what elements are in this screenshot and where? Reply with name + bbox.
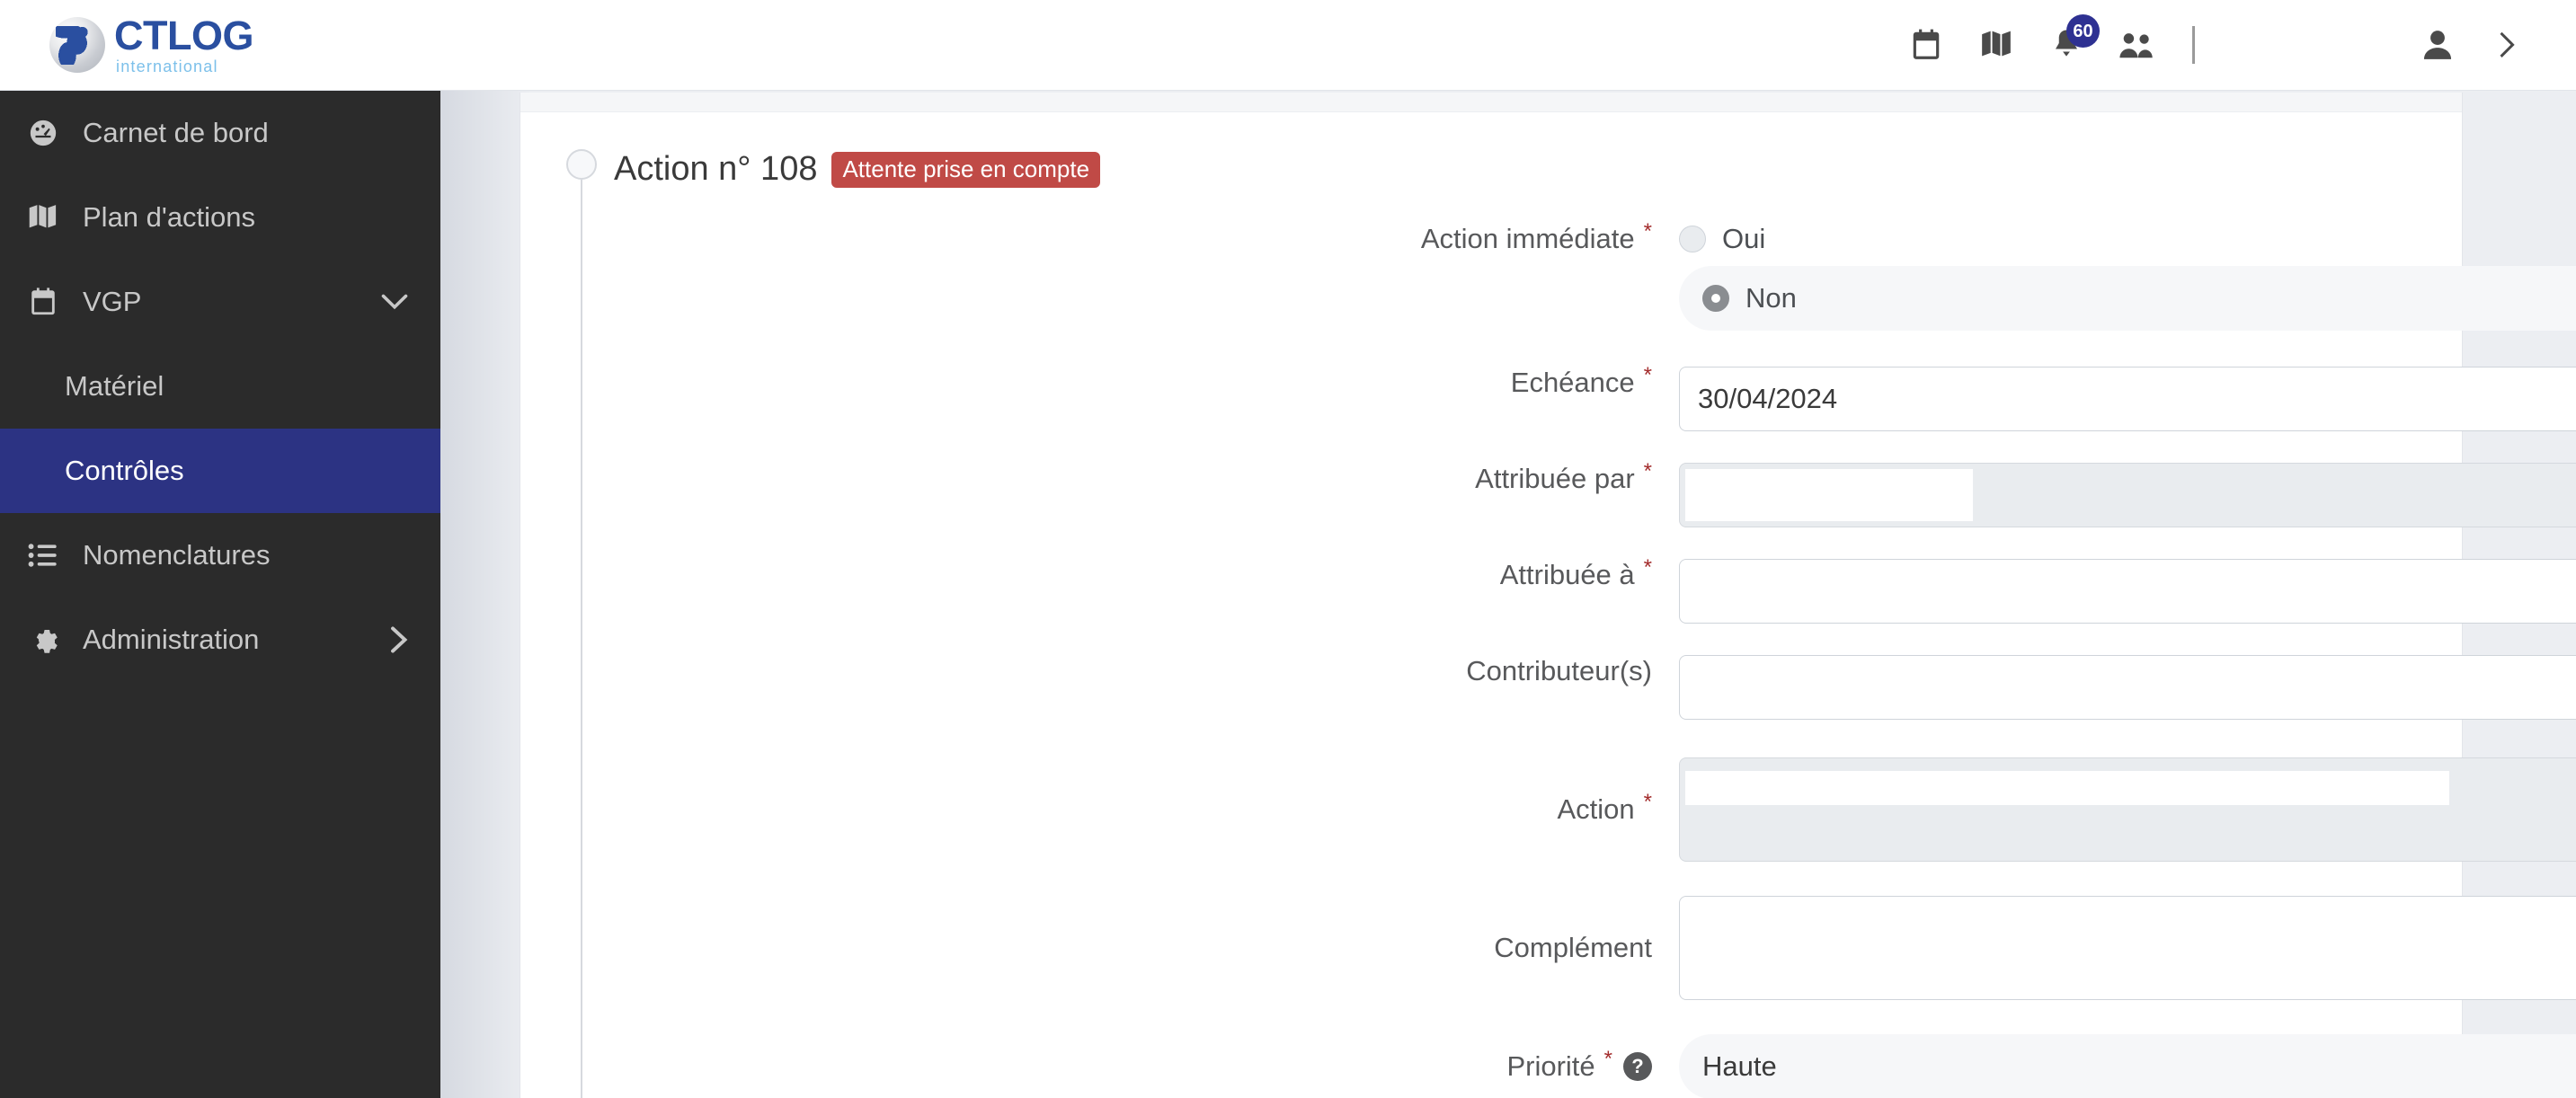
radio-label: Oui <box>1722 223 1766 254</box>
field-label: Complément <box>1494 932 1652 963</box>
header-divider <box>2192 26 2195 64</box>
gear-icon <box>20 624 67 655</box>
chevron-right-icon[interactable] <box>388 626 408 653</box>
field-label: Echéance * <box>1510 363 1652 398</box>
sidebar-item-label: Carnet de bord <box>83 117 269 148</box>
required-marker: * <box>1603 1047 1612 1071</box>
priorite-selected-value: Haute <box>1702 1050 1777 1082</box>
attribuee-par-input <box>1679 463 2576 527</box>
map-icon <box>20 203 67 232</box>
redacted-value <box>1685 771 2449 805</box>
required-marker: * <box>1643 459 1652 483</box>
chevron-right-icon[interactable] <box>2490 27 2526 63</box>
action-form: Action n° 108 Attente prise en compte Ac… <box>520 93 2576 1098</box>
brand-tagline: international <box>116 58 218 75</box>
attribuee-a-input[interactable] <box>1679 559 2576 624</box>
globe-icon <box>49 17 105 73</box>
field-label: Action immédiate * <box>1420 219 1652 254</box>
field-row-complement: Complément <box>520 896 2576 1000</box>
required-marker: * <box>1643 790 1652 814</box>
status-badge: Attente prise en compte <box>831 151 1101 188</box>
chevron-down-icon[interactable] <box>381 293 408 311</box>
field-row-action: Action * <box>520 757 2576 862</box>
echeance-input[interactable]: 30/04/2024 <box>1679 367 2576 431</box>
sidebar-item-label: Plan d'actions <box>83 201 256 233</box>
sidebar-nav: Carnet de bord Plan d'actions VGP Matéri… <box>0 91 440 1098</box>
action-textarea <box>1679 757 2576 862</box>
field-row-contributeurs: Contributeur(s) <box>520 655 2576 720</box>
brand-logo-text: CTLOG international <box>114 15 253 75</box>
notification-count-badge: 60 <box>2066 14 2100 48</box>
contributeurs-input[interactable] <box>1679 655 2576 720</box>
radio-option-oui[interactable]: Oui <box>1679 223 2576 255</box>
field-label: Action * <box>1557 790 1652 825</box>
sidebar-item-carnet-de-bord[interactable]: Carnet de bord <box>0 91 440 175</box>
required-marker: * <box>1643 555 1652 580</box>
sidebar-item-label: Nomenclatures <box>83 539 271 571</box>
field-label: Priorité * ? <box>520 1034 1679 1098</box>
sidebar-item-nomenclatures[interactable]: Nomenclatures <box>0 513 440 598</box>
sidebar-item-plan-dactions[interactable]: Plan d'actions <box>0 175 440 260</box>
calendar-check-icon <box>20 287 67 317</box>
field-row-action-immediate: Action immédiate * Oui Non <box>520 219 2576 331</box>
list-icon <box>20 543 67 568</box>
field-label: Attribuée à * <box>1499 555 1652 590</box>
sidebar-item-vgp[interactable]: VGP <box>0 260 440 344</box>
help-icon[interactable]: ? <box>1623 1052 1652 1081</box>
brand-name: CTLOG <box>114 13 253 58</box>
radio-label: Non <box>1745 282 1797 314</box>
sidebar-subitem-label: Contrôles <box>65 455 184 486</box>
priorite-select[interactable]: Haute <box>1679 1034 2576 1098</box>
radio-dot-icon <box>1679 226 1706 252</box>
map-icon[interactable] <box>1978 27 2014 63</box>
sidebar-item-materiel[interactable]: Matériel <box>0 344 440 429</box>
complement-textarea[interactable] <box>1679 896 2576 1000</box>
radio-option-non[interactable]: Non <box>1679 266 2576 331</box>
bell-icon[interactable]: 60 <box>2048 14 2100 63</box>
header-actions: 60 <box>1908 14 2526 64</box>
sidebar-item-controles[interactable]: Contrôles <box>0 429 440 513</box>
field-label: Contributeur(s) <box>1466 655 1652 686</box>
field-row-priorite: Priorité * ? Haute <box>520 1034 2576 1098</box>
field-row-attribuee-par: Attribuée par * <box>520 459 2576 527</box>
users-icon[interactable] <box>2119 27 2154 63</box>
page-title: Action n° 108 <box>614 150 818 188</box>
field-row-attribuee-a: Attribuée à * <box>520 555 2576 624</box>
radio-group-action-immediate: Oui Non <box>1679 223 2576 331</box>
brand-logo[interactable]: CTLOG international <box>49 15 253 75</box>
action-header: Action n° 108 Attente prise en compte <box>614 150 2463 189</box>
redacted-value <box>1685 469 1973 521</box>
user-icon[interactable] <box>2420 27 2456 63</box>
calendar-check-icon[interactable] <box>1908 27 1944 63</box>
field-row-echeance: Echéance * 30/04/2024 <box>520 363 2576 431</box>
top-header: CTLOG international 60 <box>0 0 2576 91</box>
required-marker: * <box>1643 219 1652 244</box>
sidebar-item-administration[interactable]: Administration <box>0 598 440 682</box>
sidebar-subitem-label: Matériel <box>65 370 164 402</box>
required-marker: * <box>1643 363 1652 387</box>
radio-dot-icon <box>1702 285 1729 312</box>
app-root: CTLOG international 60 Carnet de bord Pl… <box>0 0 2576 1098</box>
field-label: Attribuée par * <box>1475 459 1652 494</box>
sidebar-item-label: VGP <box>83 286 142 317</box>
sidebar-item-label: Administration <box>83 624 260 655</box>
dashboard-icon <box>20 118 67 148</box>
